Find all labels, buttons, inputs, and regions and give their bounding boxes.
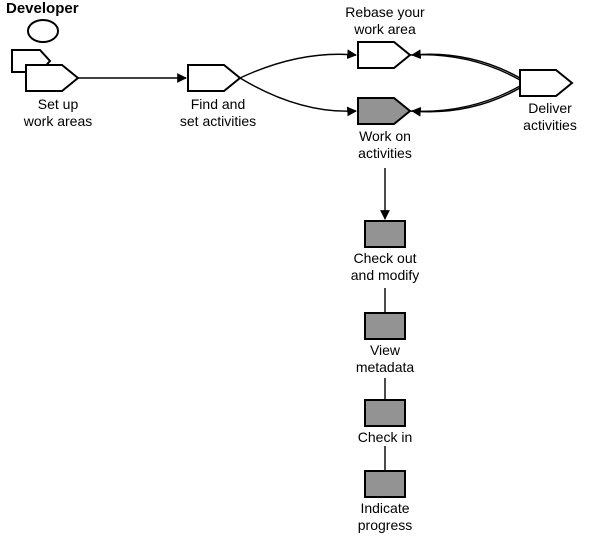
node-setup bbox=[26, 65, 78, 91]
node-view bbox=[365, 313, 405, 339]
label-find: Find andset activities bbox=[168, 96, 268, 130]
edge-deliver-workon bbox=[412, 88, 520, 112]
label-indicate: Indicateprogress bbox=[340, 500, 430, 534]
label-workon: Work onactivities bbox=[340, 128, 430, 162]
edge-rebase-deliver bbox=[410, 55, 520, 80]
label-rebase: Rebase yourwork area bbox=[330, 4, 440, 38]
edge-deliver-rebase bbox=[412, 54, 520, 78]
label-checkin: Check in bbox=[340, 429, 430, 446]
edge-find-rebase bbox=[240, 54, 356, 78]
actor-label: Developer bbox=[6, 0, 79, 17]
node-workon bbox=[358, 98, 410, 124]
label-deliver: Deliveractivities bbox=[510, 100, 590, 134]
node-rebase bbox=[358, 42, 410, 68]
node-checkin bbox=[365, 400, 405, 426]
node-checkout bbox=[365, 221, 405, 247]
diagram-canvas bbox=[0, 0, 599, 541]
node-indicate bbox=[365, 471, 405, 497]
edge-workon-deliver bbox=[410, 86, 520, 111]
label-setup: Set upwork areas bbox=[18, 96, 98, 130]
label-checkout: Check outand modify bbox=[340, 250, 430, 284]
node-find bbox=[188, 65, 240, 91]
node-deliver bbox=[520, 70, 572, 96]
label-view: Viewmetadata bbox=[340, 342, 430, 376]
